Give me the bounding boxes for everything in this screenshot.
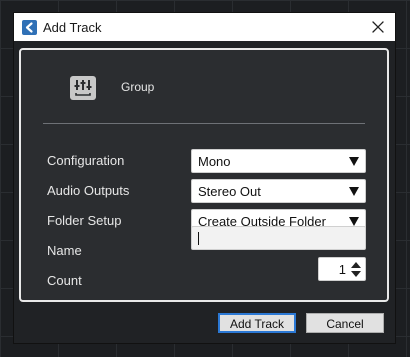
cubase-logo-icon bbox=[22, 20, 37, 35]
dropdown-arrow-icon bbox=[349, 187, 359, 196]
group-channel-icon bbox=[70, 76, 96, 100]
text-caret bbox=[198, 232, 199, 245]
divider bbox=[43, 123, 365, 124]
stepper-arrows-icon[interactable] bbox=[350, 261, 362, 278]
configuration-select[interactable]: Mono bbox=[191, 149, 366, 173]
count-value: 1 bbox=[338, 262, 346, 277]
configuration-value: Mono bbox=[198, 154, 231, 169]
add-track-button[interactable]: Add Track bbox=[218, 313, 296, 333]
dropdown-arrow-icon bbox=[349, 157, 359, 166]
title-bar[interactable]: Add Track bbox=[14, 13, 395, 41]
track-settings-panel: Group Configuration Mono Audio Outputs S… bbox=[19, 48, 389, 302]
folder-setup-label: Folder Setup bbox=[47, 213, 122, 228]
dropdown-arrow-icon bbox=[349, 217, 359, 226]
name-label: Name bbox=[47, 243, 82, 258]
close-icon bbox=[372, 21, 384, 33]
name-input[interactable] bbox=[191, 226, 366, 250]
cancel-button[interactable]: Cancel bbox=[306, 313, 384, 333]
add-track-dialog: Add Track Group Configuration Mono Audio… bbox=[14, 13, 395, 343]
count-stepper[interactable]: 1 bbox=[318, 257, 366, 281]
audio-outputs-select[interactable]: Stereo Out bbox=[191, 179, 366, 203]
audio-outputs-label: Audio Outputs bbox=[47, 183, 130, 198]
track-type-label: Group bbox=[121, 80, 155, 94]
close-button[interactable] bbox=[367, 16, 389, 38]
audio-outputs-value: Stereo Out bbox=[198, 184, 261, 199]
window-title: Add Track bbox=[43, 20, 102, 35]
count-label: Count bbox=[47, 273, 82, 288]
configuration-label: Configuration bbox=[47, 153, 125, 168]
